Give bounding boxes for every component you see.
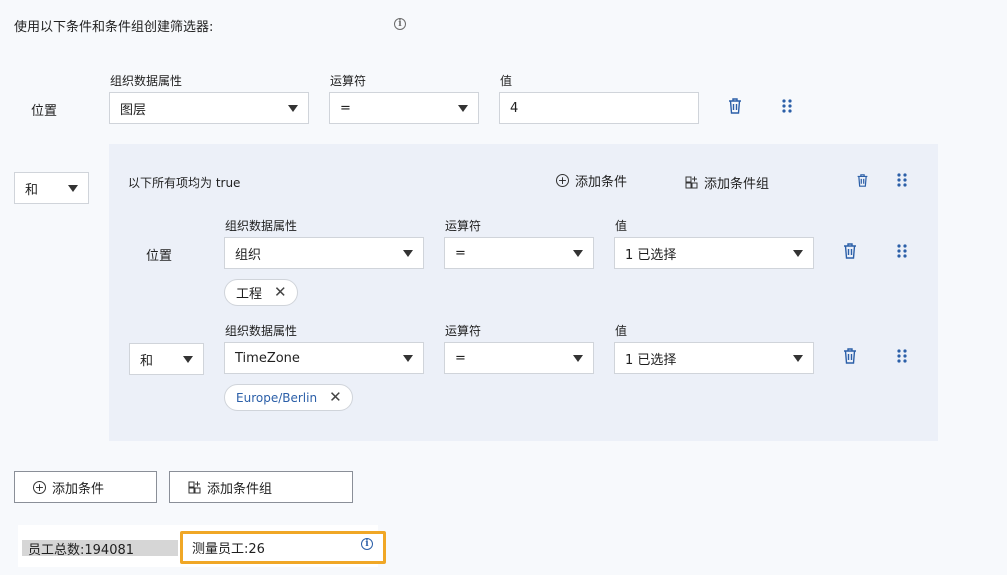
add-group-icon [685,176,698,189]
trash-icon[interactable] [856,173,869,188]
group-condition-position-label: 位置 [146,249,173,264]
group-connector-select[interactable]: 和 [14,172,89,204]
chevron-down-icon [793,249,803,257]
condition-connector-value: 和 [140,353,154,369]
condition-connector-select[interactable]: 和 [129,343,204,375]
filter-intro-text: 使用以下条件和条件组创建筛选器: [14,20,214,35]
chip-label: 工程 [236,287,263,302]
attribute-select[interactable]: 图层 [109,92,309,124]
chevron-down-icon [793,354,803,362]
drag-handle-icon[interactable] [896,244,908,258]
info-icon[interactable]: i [394,18,406,30]
close-icon[interactable]: ✕ [274,285,287,300]
chevron-down-icon [403,249,413,257]
operator-label: 运算符 [445,219,482,233]
attribute-select-value: 图层 [120,102,147,118]
chevron-down-icon [573,354,583,362]
add-condition-button[interactable]: + 添加条件 [14,471,157,503]
value-input-text: 4 [510,100,519,116]
attribute-select-value: 组织 [235,247,262,263]
chevron-down-icon [183,355,193,363]
add-group-label: 添加条件组 [207,481,273,497]
total-employees: 员工总数:194081 [28,543,135,558]
add-circle-icon: + [556,174,569,187]
trash-icon[interactable] [727,97,743,115]
chip-label: Europe/Berlin [236,390,318,405]
condition-position-label: 位置 [31,104,58,119]
operator-select-value: = [340,100,351,116]
value-label: 值 [615,219,628,233]
operator-label: 运算符 [330,74,367,88]
value-select-value: 1 已选择 [625,352,677,368]
drag-handle-icon[interactable] [896,349,908,363]
close-icon[interactable]: ✕ [329,390,342,405]
chevron-down-icon [458,104,468,112]
value-input[interactable]: 4 [499,92,699,124]
attribute-select[interactable]: TimeZone [224,342,424,374]
value-select[interactable]: 1 已选择 [614,342,814,374]
chevron-down-icon [573,249,583,257]
group-add-group-label: 添加条件组 [704,177,770,192]
chevron-down-icon [403,354,413,362]
add-condition-label: 添加条件 [52,481,105,497]
trash-icon[interactable] [842,347,858,365]
add-group-button[interactable]: 添加条件组 [169,471,353,503]
attribute-label: 组织数据属性 [225,219,298,233]
value-select-value: 1 已选择 [625,247,677,263]
info-icon[interactable]: i [361,538,373,550]
selected-value-chip: Europe/Berlin ✕ [224,384,353,411]
attribute-select-value: TimeZone [235,350,300,366]
value-label: 值 [500,74,513,88]
operator-select-value: = [455,350,466,366]
chevron-down-icon [68,184,78,192]
trash-icon[interactable] [842,242,858,260]
operator-select-value: = [455,245,466,261]
add-group-icon [188,481,201,493]
value-select[interactable]: 1 已选择 [614,237,814,269]
selected-value-chip: 工程 ✕ [224,279,298,306]
group-add-condition-label: 添加条件 [575,175,628,190]
attribute-select[interactable]: 组织 [224,237,424,269]
attribute-label: 组织数据属性 [110,74,183,88]
chevron-down-icon [288,104,298,112]
add-circle-icon: + [33,480,46,494]
value-label: 值 [615,324,628,338]
attribute-label: 组织数据属性 [225,324,298,338]
group-add-group-button[interactable]: 添加条件组 [685,173,769,192]
group-connector-value: 和 [25,182,39,198]
operator-label: 运算符 [445,324,482,338]
operator-select[interactable]: = [444,237,594,269]
operator-select[interactable]: = [329,92,479,124]
group-header: 以下所有项均为 true [128,176,241,190]
group-add-condition-button[interactable]: + 添加条件 [556,171,627,190]
drag-handle-icon[interactable] [781,99,793,113]
measured-employees-box: 测量员工:26 [180,531,386,564]
operator-select[interactable]: = [444,342,594,374]
drag-handle-icon[interactable] [896,173,908,187]
measured-employees: 测量员工:26 [192,542,265,557]
